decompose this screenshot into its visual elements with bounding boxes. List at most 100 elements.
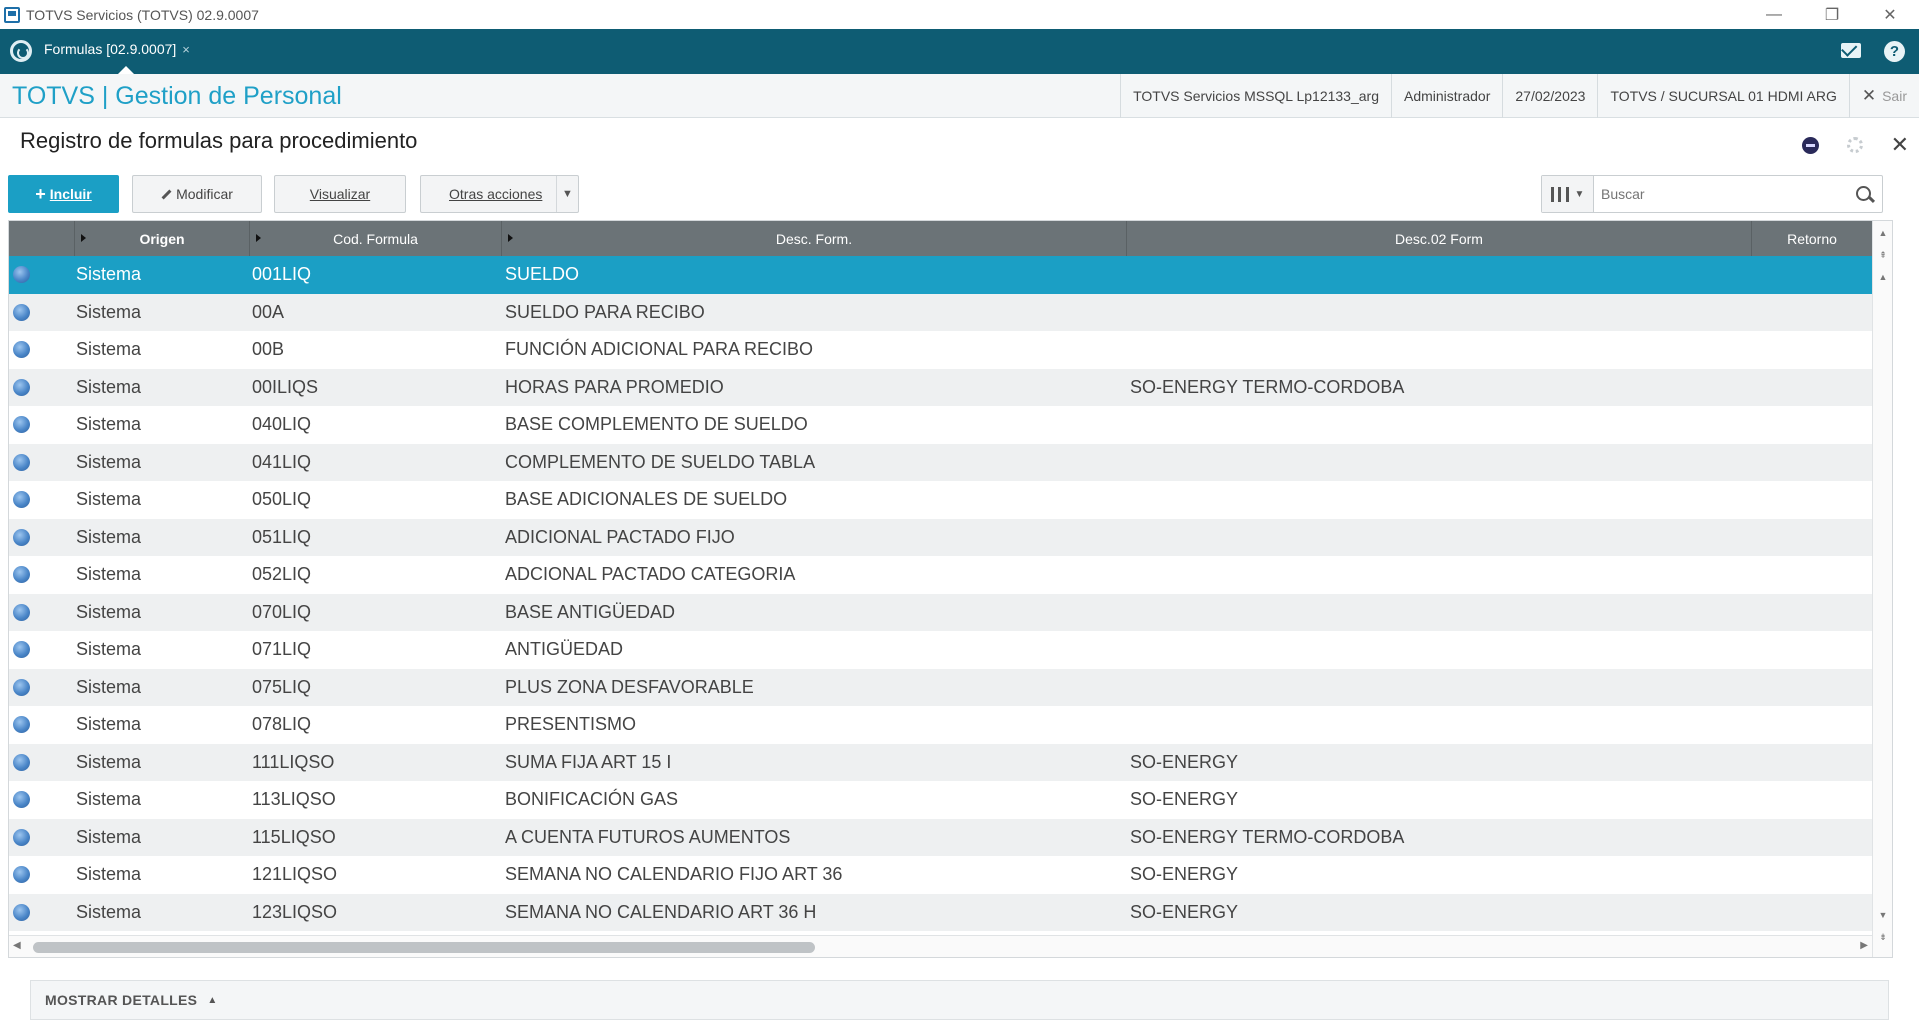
table-row[interactable]: Sistema 071LIQ ANTIGÜEDAD bbox=[9, 631, 1892, 669]
table-row[interactable]: Sistema 050LIQ BASE ADICIONALES DE SUELDO bbox=[9, 481, 1892, 519]
pencil-icon bbox=[161, 189, 172, 199]
caret-down-icon[interactable]: ▼ bbox=[556, 176, 578, 212]
scroll-page-up-icon[interactable]: ⇞ bbox=[1877, 249, 1889, 261]
record-status-icon bbox=[13, 566, 30, 583]
record-status-icon bbox=[13, 641, 30, 658]
environment-info: TOTVS Servicios MSSQL Lp12133_arg bbox=[1120, 74, 1391, 118]
cell-desc-form: BASE ANTIGÜEDAD bbox=[505, 601, 676, 622]
columns-icon bbox=[1550, 186, 1569, 202]
cell-cod-formula: 00A bbox=[252, 301, 285, 322]
window-title: TOTVS Servicios (TOTVS) 02.9.0007 bbox=[26, 6, 259, 23]
app-icon bbox=[4, 6, 20, 23]
status-column-header bbox=[9, 221, 74, 256]
table-row[interactable]: Sistema 051LIQ ADICIONAL PACTADO FIJO bbox=[9, 518, 1892, 556]
table-row[interactable]: Sistema 075LIQ PLUS ZONA DESFAVORABLE bbox=[9, 668, 1892, 706]
close-window-button[interactable]: ✕ bbox=[1861, 0, 1919, 29]
app-tab-bar: Formulas [02.9.0007] × ? bbox=[0, 29, 1919, 74]
cell-origen: Sistema bbox=[76, 264, 142, 285]
totvs-logo-icon[interactable] bbox=[10, 40, 32, 62]
scroll-top-icon[interactable]: ▲ bbox=[1877, 227, 1889, 239]
cell-desc-form: PRESENTISMO bbox=[505, 714, 637, 735]
column-header-desc-form[interactable]: Desc. Form. bbox=[501, 221, 1126, 256]
cell-cod-formula: 040LIQ bbox=[252, 414, 312, 435]
details-toggle[interactable]: MOSTRAR DETALLES ▲ bbox=[30, 980, 1889, 1020]
table-row[interactable]: Sistema 052LIQ ADCIONAL PACTADO CATEGORIA bbox=[9, 556, 1892, 594]
cell-cod-formula: 070LIQ bbox=[252, 601, 312, 622]
help-icon[interactable]: ? bbox=[1884, 41, 1905, 62]
scroll-left-icon[interactable]: ◀ bbox=[13, 940, 21, 951]
cell-desc02-form: SO-ENERGY TERMO-CORDOBA bbox=[1130, 376, 1405, 397]
table-row[interactable]: Sistema 001LIQ SUELDO bbox=[9, 256, 1892, 294]
cell-cod-formula: 113LIQSO bbox=[252, 789, 336, 810]
mail-icon[interactable] bbox=[1841, 43, 1861, 58]
search-input[interactable] bbox=[1594, 186, 1848, 202]
table-row[interactable]: Sistema 113LIQSO BONIFICACIÓN GAS SO-ENERGY bbox=[9, 781, 1892, 819]
table-row[interactable]: Sistema 123LIQSO SEMANA NO CALENDARIO ART … bbox=[9, 893, 1892, 931]
cell-cod-formula: 078LIQ bbox=[252, 714, 312, 735]
cell-desc-form: HORAS PARA PROMEDIO bbox=[505, 376, 724, 397]
record-status-icon bbox=[13, 416, 30, 433]
horizontal-scrollbar[interactable]: ◀ ▶ bbox=[9, 935, 1872, 957]
cell-desc02-form: SO-ENERGY bbox=[1130, 789, 1239, 810]
user-status-icon[interactable] bbox=[1801, 136, 1819, 154]
table-row[interactable]: Sistema 078LIQ PRESENTISMO bbox=[9, 706, 1892, 744]
cell-desc-form: PLUS ZONA DESFAVORABLE bbox=[505, 676, 754, 697]
table-row[interactable]: Sistema 00A SUELDO PARA RECIBO bbox=[9, 293, 1892, 331]
column-header-origen[interactable]: Origen bbox=[74, 221, 249, 256]
incluir-label: Incluir bbox=[49, 186, 92, 202]
cell-desc-form: SUELDO PARA RECIBO bbox=[505, 301, 705, 322]
modificar-label: Modificar bbox=[176, 186, 233, 202]
record-status-icon bbox=[13, 716, 30, 733]
cell-cod-formula: 001LIQ bbox=[252, 264, 312, 285]
table-row[interactable]: Sistema 041LIQ COMPLEMENTO DE SUELDO TABLA bbox=[9, 443, 1892, 481]
close-icon: ✕ bbox=[1861, 86, 1877, 105]
cell-origen: Sistema bbox=[76, 339, 142, 360]
grid-body: Sistema 001LIQ SUELDO Sistema 00A SUELDO PARA… bbox=[9, 256, 1892, 931]
cell-origen: Sistema bbox=[76, 751, 142, 772]
tab-close-icon[interactable]: × bbox=[182, 42, 190, 57]
table-row[interactable]: Sistema 070LIQ BASE ANTIGÜEDAD bbox=[9, 593, 1892, 631]
columns-selector[interactable]: ▼ bbox=[1542, 176, 1594, 212]
record-status-icon bbox=[13, 603, 30, 621]
record-status-icon bbox=[13, 903, 30, 921]
scroll-right-icon[interactable]: ▶ bbox=[1860, 940, 1868, 951]
scroll-down-icon[interactable]: ▼ bbox=[1877, 909, 1889, 921]
cell-cod-formula: 00ILIQS bbox=[252, 376, 319, 397]
horizontal-scroll-thumb[interactable] bbox=[33, 942, 815, 953]
record-status-icon bbox=[13, 753, 30, 771]
table-row[interactable]: Sistema 111LIQSO SUMA FIJA ART 15 I SO-ENER… bbox=[9, 743, 1892, 781]
table-row[interactable]: Sistema 115LIQSO A CUENTA FUTUROS AUMENTOS… bbox=[9, 818, 1892, 856]
exit-button[interactable]: ✕ Sair bbox=[1848, 74, 1919, 118]
cell-desc-form: SUELDO bbox=[505, 264, 580, 285]
table-row[interactable]: Sistema 00ILIQS HORAS PARA PROMEDIO SO-ENER… bbox=[9, 368, 1892, 406]
minimize-button[interactable]: — bbox=[1745, 0, 1803, 29]
table-row[interactable]: Sistema 121LIQSO SEMANA NO CALENDARIO FIJO… bbox=[9, 856, 1892, 894]
cell-desc02-form: SO-ENERGY bbox=[1130, 864, 1239, 885]
gear-icon[interactable] bbox=[1846, 137, 1863, 153]
cell-origen: Sistema bbox=[76, 526, 142, 547]
record-status-icon bbox=[13, 453, 30, 471]
column-header-desc02-form[interactable]: Desc.02 Form bbox=[1126, 221, 1751, 256]
modificar-button[interactable]: Modificar bbox=[132, 175, 262, 213]
restore-button[interactable]: ❐ bbox=[1803, 0, 1861, 29]
column-header-retorno[interactable]: Retorno bbox=[1751, 221, 1872, 256]
cell-desc-form: SEMANA NO CALENDARIO FIJO ART 36 bbox=[505, 864, 843, 885]
scroll-page-down-icon[interactable]: ⇟ bbox=[1877, 931, 1889, 943]
cell-cod-formula: 111LIQSO bbox=[252, 751, 335, 772]
cell-cod-formula: 052LIQ bbox=[252, 564, 312, 585]
visualizar-button[interactable]: Visualizar bbox=[274, 175, 406, 213]
vertical-scrollbar[interactable]: ▲ ⇞ ▲ ▼ ⇟ bbox=[1872, 221, 1892, 957]
otras-acciones-button[interactable]: Otras acciones ▼ bbox=[420, 175, 579, 213]
tab-formulas[interactable]: Formulas [02.9.0007] × bbox=[44, 41, 190, 57]
record-status-icon bbox=[13, 266, 30, 283]
close-icon[interactable]: ✕ bbox=[1891, 132, 1909, 158]
chevron-up-icon: ▲ bbox=[207, 994, 218, 1006]
column-header-cod-formula[interactable]: Cod. Formula bbox=[249, 221, 501, 256]
table-row[interactable]: Sistema 040LIQ BASE COMPLEMENTO DE SUELDO bbox=[9, 406, 1892, 444]
incluir-button[interactable]: + Incluir bbox=[8, 175, 119, 213]
cell-desc-form: BONIFICACIÓN GAS bbox=[505, 789, 679, 810]
search-icon[interactable] bbox=[1848, 176, 1882, 212]
cell-origen: Sistema bbox=[76, 564, 142, 585]
scroll-up-icon[interactable]: ▲ bbox=[1877, 271, 1889, 283]
table-row[interactable]: Sistema 00B FUNCIÓN ADICIONAL PARA RECIBO bbox=[9, 331, 1892, 369]
